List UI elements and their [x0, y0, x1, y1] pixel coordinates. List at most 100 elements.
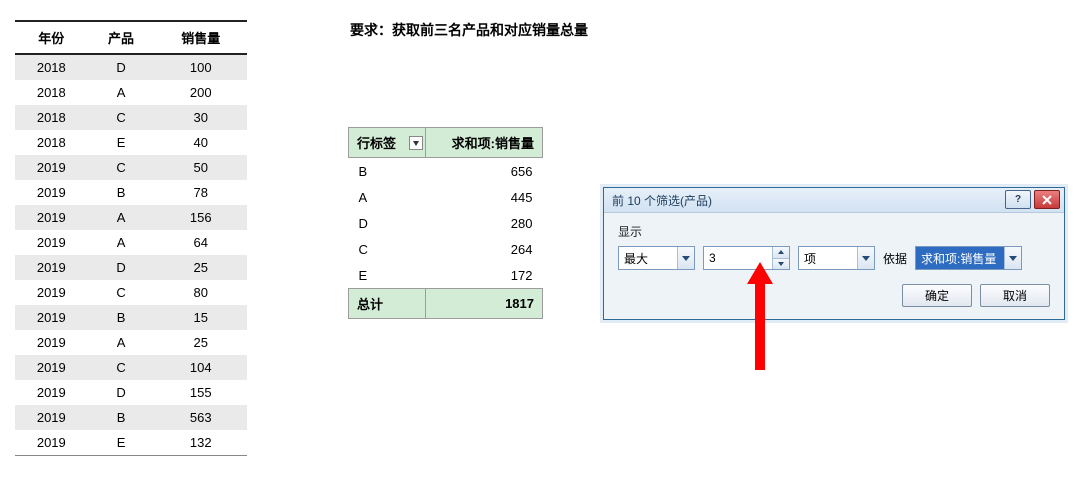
table-row: 2019C80 [15, 280, 247, 305]
table-cell: E [88, 130, 155, 155]
count-input[interactable] [704, 247, 772, 269]
help-icon: ? [1015, 194, 1021, 205]
by-field-combo[interactable] [915, 246, 1022, 270]
source-data-table: 年份 产品 销售量 2018D1002018A2002018C302018E40… [15, 20, 247, 456]
table-cell: 80 [155, 280, 248, 305]
col-sales: 销售量 [155, 21, 248, 54]
table-cell: 30 [155, 105, 248, 130]
table-cell: A [88, 230, 155, 255]
cancel-button[interactable]: 取消 [980, 284, 1050, 307]
table-cell: 2019 [15, 155, 88, 180]
table-cell: 25 [155, 255, 248, 280]
table-cell: 104 [155, 355, 248, 380]
table-cell: C [88, 155, 155, 180]
table-row: 2018A200 [15, 80, 247, 105]
table-cell: 2019 [15, 355, 88, 380]
table-cell: 2019 [15, 430, 88, 456]
table-row: 2019D155 [15, 380, 247, 405]
pivot-row-value: 172 [426, 262, 543, 289]
table-row: 2019D25 [15, 255, 247, 280]
pivot-row-label: B [349, 158, 426, 185]
col-year: 年份 [15, 21, 88, 54]
table-row: 2018E40 [15, 130, 247, 155]
top10-filter-dialog: 前 10 个筛选(产品) ? 显示 [603, 187, 1065, 320]
table-cell: 15 [155, 305, 248, 330]
table-row: 2019B15 [15, 305, 247, 330]
table-cell: 25 [155, 330, 248, 355]
unit-value[interactable] [799, 247, 857, 269]
table-cell: B [88, 305, 155, 330]
table-row: 2019C104 [15, 355, 247, 380]
filter-dropdown-icon[interactable] [409, 136, 423, 150]
show-label: 显示 [618, 223, 1050, 240]
table-cell: 563 [155, 405, 248, 430]
instruction-text: 要求：获取前三名产品和对应销量总量 [350, 20, 588, 40]
pivot-total-label: 总计 [349, 289, 426, 319]
spinner-up-icon[interactable] [773, 247, 789, 259]
pivot-row-value: 656 [426, 158, 543, 185]
table-cell: 2019 [15, 330, 88, 355]
table-cell: 64 [155, 230, 248, 255]
pivot-row: C264 [349, 236, 543, 262]
table-row: 2019A25 [15, 330, 247, 355]
table-cell: 2019 [15, 180, 88, 205]
pivot-row-label-header[interactable]: 行标签 [349, 128, 426, 158]
table-cell: A [88, 330, 155, 355]
pivot-table: 行标签 求和项:销售量 B656A445D280C264E172 总计 1817 [348, 127, 543, 319]
pivot-row: A445 [349, 184, 543, 210]
table-row: 2019B78 [15, 180, 247, 205]
table-cell: 2018 [15, 54, 88, 80]
table-row: 2019A64 [15, 230, 247, 255]
table-cell: 2019 [15, 380, 88, 405]
table-cell: D [88, 380, 155, 405]
table-cell: 2019 [15, 205, 88, 230]
table-cell: 2018 [15, 105, 88, 130]
table-cell: 2019 [15, 305, 88, 330]
close-icon [1042, 195, 1052, 205]
unit-combo[interactable] [798, 246, 875, 270]
table-cell: 100 [155, 54, 248, 80]
table-cell: 2019 [15, 280, 88, 305]
spinner-down-icon[interactable] [773, 259, 789, 270]
pivot-row-label: D [349, 210, 426, 236]
pivot-row-label: E [349, 262, 426, 289]
chevron-down-icon[interactable] [677, 247, 694, 269]
table-cell: B [88, 180, 155, 205]
pivot-row-value: 280 [426, 210, 543, 236]
dialog-titlebar[interactable]: 前 10 个筛选(产品) ? [604, 188, 1064, 213]
pivot-row-label-text: 行标签 [357, 136, 396, 151]
pivot-row: D280 [349, 210, 543, 236]
table-cell: C [88, 105, 155, 130]
pivot-row-label: C [349, 236, 426, 262]
table-row: 2019A156 [15, 205, 247, 230]
chevron-down-icon[interactable] [857, 247, 874, 269]
table-cell: A [88, 80, 155, 105]
table-cell: 155 [155, 380, 248, 405]
by-field-value[interactable] [916, 247, 1004, 269]
ok-button[interactable]: 确定 [902, 284, 972, 307]
pivot-row: B656 [349, 158, 543, 185]
table-cell: 50 [155, 155, 248, 180]
table-cell: A [88, 205, 155, 230]
table-cell: 2019 [15, 255, 88, 280]
pivot-value-header: 求和项:销售量 [426, 128, 543, 158]
table-cell: 132 [155, 430, 248, 456]
table-cell: C [88, 280, 155, 305]
table-row: 2018C30 [15, 105, 247, 130]
chevron-down-icon[interactable] [1004, 247, 1021, 269]
table-cell: D [88, 54, 155, 80]
table-row: 2019B563 [15, 405, 247, 430]
table-row: 2019C50 [15, 155, 247, 180]
pivot-total-value: 1817 [426, 289, 543, 319]
table-cell: 156 [155, 205, 248, 230]
table-cell: 2019 [15, 230, 88, 255]
help-button[interactable]: ? [1005, 190, 1031, 209]
direction-combo[interactable] [618, 246, 695, 270]
direction-value[interactable] [619, 247, 677, 269]
table-cell: E [88, 430, 155, 456]
table-cell: 2018 [15, 130, 88, 155]
col-product: 产品 [88, 21, 155, 54]
count-spinner[interactable] [703, 246, 790, 270]
dialog-title-text: 前 10 个筛选(产品) [612, 194, 712, 208]
close-button[interactable] [1034, 190, 1060, 209]
